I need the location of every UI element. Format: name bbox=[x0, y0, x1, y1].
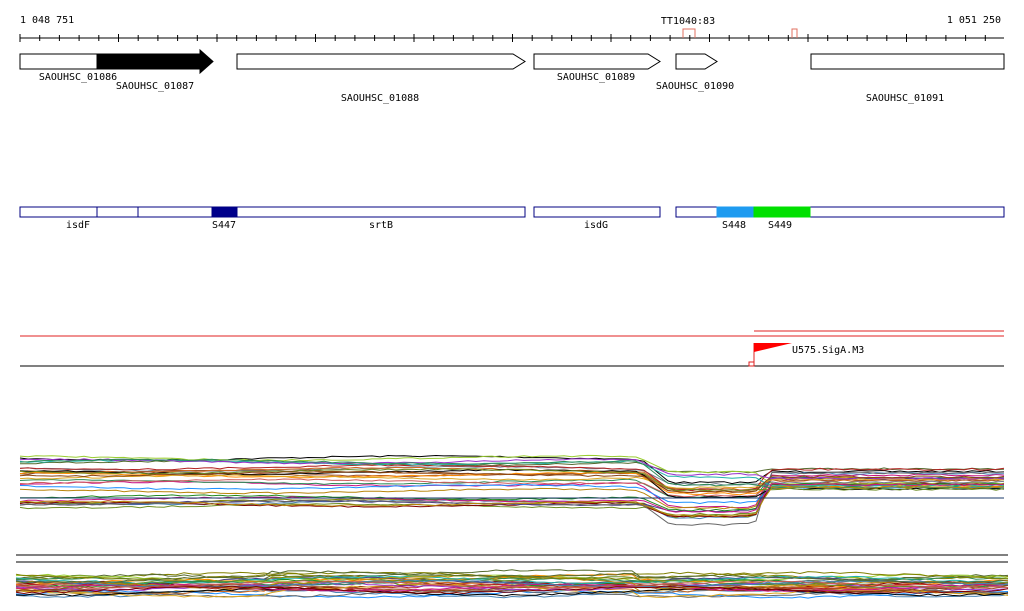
genome-browser-view: 1 048 751 1 051 250 TT1040:83 SAOUHSC_01… bbox=[15, 15, 1009, 599]
segment-unlabeled[interactable] bbox=[96, 206, 139, 218]
segment-label: S447 bbox=[212, 220, 236, 231]
segment-s447[interactable]: S447 bbox=[211, 206, 238, 231]
promoter-label: U575.SigA.M3 bbox=[792, 345, 864, 356]
gene-label: SAOUHSC_01091 bbox=[866, 93, 944, 104]
terminator-marker[interactable]: TT1040:83 bbox=[661, 16, 715, 38]
gene-track: SAOUHSC_01086 SAOUHSC_01087 SAOUHSC_0108… bbox=[19, 48, 1005, 104]
segment-s449[interactable]: S449 bbox=[753, 206, 811, 231]
coordinate-ruler bbox=[19, 34, 1004, 42]
expression-profile-track bbox=[19, 454, 1005, 526]
gene-arrow-saouhsc-01089[interactable]: SAOUHSC_01089 bbox=[533, 53, 661, 83]
segment-s448[interactable]: S448 bbox=[716, 206, 755, 231]
gene-arrow-saouhsc-01088[interactable]: SAOUHSC_01088 bbox=[236, 53, 526, 104]
segment-isdf[interactable]: isdF bbox=[19, 206, 98, 231]
promoter-track: U575.SigA.M3 bbox=[20, 330, 1004, 367]
gene-label: SAOUHSC_01088 bbox=[341, 93, 419, 104]
promoter-marker[interactable]: U575.SigA.M3 bbox=[748, 343, 864, 367]
terminator-marker-small[interactable] bbox=[791, 28, 798, 38]
gene-label: SAOUHSC_01087 bbox=[116, 81, 194, 92]
gene-arrow-saouhsc-01091[interactable]: SAOUHSC_01091 bbox=[810, 53, 1005, 104]
coordinate-start-label: 1 048 751 bbox=[20, 15, 74, 26]
gene-label: SAOUHSC_01090 bbox=[656, 81, 734, 92]
expression-divider bbox=[16, 554, 1008, 563]
segment-srtb[interactable]: srtB bbox=[137, 206, 526, 231]
segment-label: S449 bbox=[768, 220, 792, 231]
segment-label: isdG bbox=[584, 220, 608, 231]
segment-label: S448 bbox=[722, 220, 746, 231]
segment-isdg[interactable]: isdG bbox=[533, 206, 661, 231]
coordinate-end-label: 1 051 250 bbox=[947, 15, 1001, 26]
segment-track: isdF S447 srtB isdG S448 S449 bbox=[19, 206, 1005, 231]
expression-profile-track-secondary bbox=[15, 569, 1009, 599]
terminator-label: TT1040:83 bbox=[661, 16, 715, 27]
gene-label: SAOUHSC_01086 bbox=[39, 72, 117, 83]
segment-label: srtB bbox=[369, 220, 393, 231]
gene-arrow-saouhsc-01087[interactable]: SAOUHSC_01087 bbox=[96, 48, 214, 92]
segment-label: isdF bbox=[66, 220, 90, 231]
gene-arrow-saouhsc-01090[interactable]: SAOUHSC_01090 bbox=[656, 53, 734, 92]
gene-label: SAOUHSC_01089 bbox=[557, 72, 635, 83]
